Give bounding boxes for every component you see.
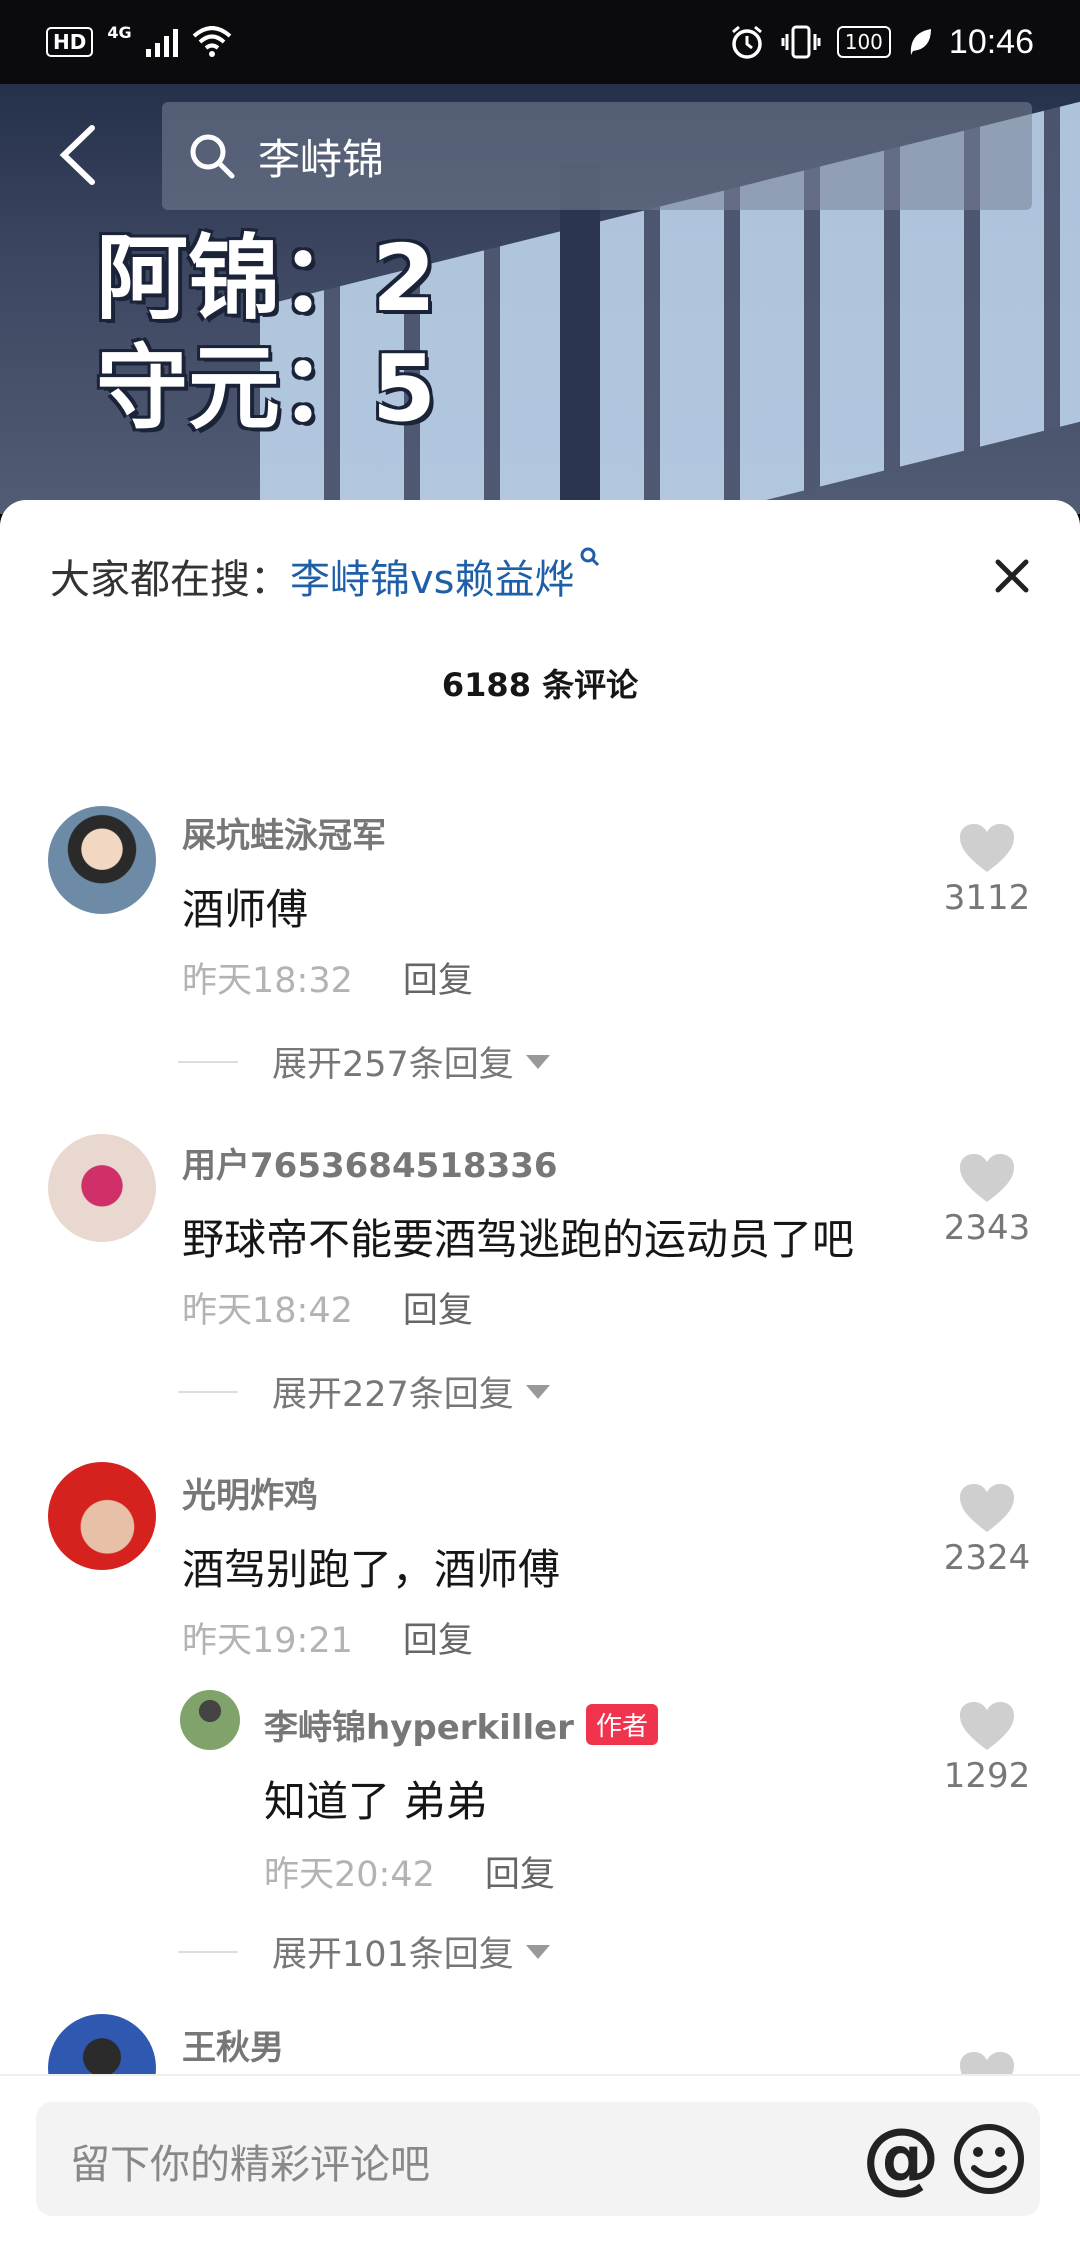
hot-search-label: 大家都在搜： <box>50 557 290 603</box>
reply-button[interactable]: 回复 <box>485 1846 555 1897</box>
reply-button[interactable]: 回复 <box>403 952 473 1003</box>
back-button[interactable] <box>50 120 110 190</box>
vibrate-icon <box>781 24 821 60</box>
search-bar[interactable]: 李峙锦 <box>162 102 1032 210</box>
leaf-icon <box>907 27 933 57</box>
clock: 10:46 <box>948 22 1034 61</box>
comment-username[interactable]: 光明炸鸡 <box>182 1468 318 1517</box>
like-count: 3112 <box>943 878 1031 918</box>
divider <box>178 1950 238 1953</box>
close-button[interactable] <box>982 546 1042 606</box>
comment-time: 昨天19:21 <box>182 1621 353 1661</box>
comment-username[interactable]: 屎坑蛙泳冠军 <box>182 808 386 857</box>
search-query: 李峙锦 <box>258 134 385 184</box>
network-type: 4G <box>107 22 132 42</box>
close-icon <box>995 559 1029 593</box>
expand-replies-label: 展开101条回复 <box>272 1935 514 1975</box>
reply-button[interactable]: 回复 <box>403 1612 473 1663</box>
chevron-down-icon <box>525 1054 550 1069</box>
like-button[interactable]: 3112 <box>922 822 1052 918</box>
expand-replies-label: 展开257条回复 <box>272 1045 514 1085</box>
reply-username[interactable]: 李峙锦hyperkiller <box>264 1708 574 1748</box>
author-badge: 作者 <box>585 1704 658 1745</box>
smiley-icon <box>954 2124 1024 2194</box>
comment-text: 野球帝不能要酒驾逃跑的运动员了吧 <box>182 1215 855 1264</box>
heart-icon <box>960 824 1014 872</box>
expand-replies-label: 展开227条回复 <box>272 1375 514 1415</box>
like-count: 2324 <box>943 1538 1031 1578</box>
status-bar: HD 4G 100 10:46 <box>0 0 1080 84</box>
like-button[interactable]: 2343 <box>922 1152 1052 1248</box>
comment-item: 光明炸鸡 酒驾别跑了，酒师傅 昨天19:21 回复 2324 李峙锦hyperk… <box>0 1460 1080 2020</box>
chevron-down-icon <box>525 1944 550 1959</box>
avatar[interactable] <box>48 1134 156 1242</box>
mention-button[interactable]: @ <box>862 2116 940 2200</box>
heart-icon <box>960 1154 1014 1202</box>
reply-time: 昨天20:42 <box>264 1855 435 1895</box>
heart-icon <box>960 1702 1014 1750</box>
reply-item: 李峙锦hyperkiller 作者 知道了 弟弟 昨天20:42 回复 1292 <box>0 1690 1080 1930</box>
comment-text: 酒驾别跑了，酒师傅 <box>182 1545 561 1594</box>
alarm-icon <box>729 24 765 60</box>
chevron-left-icon <box>59 125 95 185</box>
like-count: 1292 <box>943 1756 1031 1796</box>
reply-text: 知道了 弟弟 <box>264 1777 488 1826</box>
signal-icon <box>145 27 178 57</box>
hot-search-row: 大家都在搜： 李峙锦vs赖益烨 <box>50 544 599 608</box>
score-line-2: 守元：5 <box>96 335 437 442</box>
comment-input[interactable]: 留下你的精彩评论吧 @ <box>36 2102 1040 2216</box>
reply-avatar[interactable] <box>180 1690 240 1750</box>
battery-icon: 100 <box>836 26 891 58</box>
search-icon <box>190 134 235 179</box>
comment-username[interactable]: 王秋男 <box>182 2020 284 2069</box>
comment-item: 屎坑蛙泳冠军 酒师傅 昨天18:32 回复 3112 展开257条回复 <box>0 800 1080 1130</box>
comment-item: 用户7653684518336 野球帝不能要酒驾逃跑的运动员了吧 昨天18:42… <box>0 1130 1080 1460</box>
comment-text: 酒师傅 <box>182 885 309 934</box>
comment-username[interactable]: 用户7653684518336 <box>182 1138 558 1187</box>
heart-icon <box>960 1484 1014 1532</box>
comment-time: 昨天18:32 <box>182 961 353 1001</box>
divider <box>178 1060 238 1063</box>
like-button[interactable]: 2324 <box>922 1482 1052 1578</box>
divider <box>178 1390 238 1393</box>
like-count: 2343 <box>943 1208 1031 1248</box>
comment-sheet: 大家都在搜： 李峙锦vs赖益烨 6188 条评论 屎坑蛙泳冠军 酒师傅 昨天18… <box>0 500 1080 2244</box>
avatar[interactable] <box>48 1462 156 1570</box>
video-beam <box>560 164 600 514</box>
comment-input-bar: 留下你的精彩评论吧 @ <box>0 2074 1080 2244</box>
hd-indicator: HD <box>46 27 94 57</box>
comment-count: 6188 条评论 <box>441 666 639 704</box>
expand-replies-button[interactable]: 展开227条回复 <box>178 1366 550 1417</box>
reply-button[interactable]: 回复 <box>403 1282 473 1333</box>
emoji-button[interactable] <box>946 2116 1032 2202</box>
wifi-icon <box>192 26 232 58</box>
like-button[interactable]: 1292 <box>922 1700 1052 1796</box>
search-small-icon <box>579 546 601 574</box>
comment-input-placeholder: 留下你的精彩评论吧 <box>70 2142 430 2188</box>
comment-time: 昨天18:42 <box>182 1291 353 1331</box>
expand-replies-button[interactable]: 展开101条回复 <box>178 1926 550 1977</box>
expand-replies-button[interactable]: 展开257条回复 <box>178 1036 550 1087</box>
comment-list: 屎坑蛙泳冠军 酒师傅 昨天18:32 回复 3112 展开257条回复 用户76… <box>0 800 1080 2122</box>
chevron-down-icon <box>525 1384 550 1399</box>
hot-search-link[interactable]: 李峙锦vs赖益烨 <box>290 547 575 605</box>
avatar[interactable] <box>48 806 156 914</box>
